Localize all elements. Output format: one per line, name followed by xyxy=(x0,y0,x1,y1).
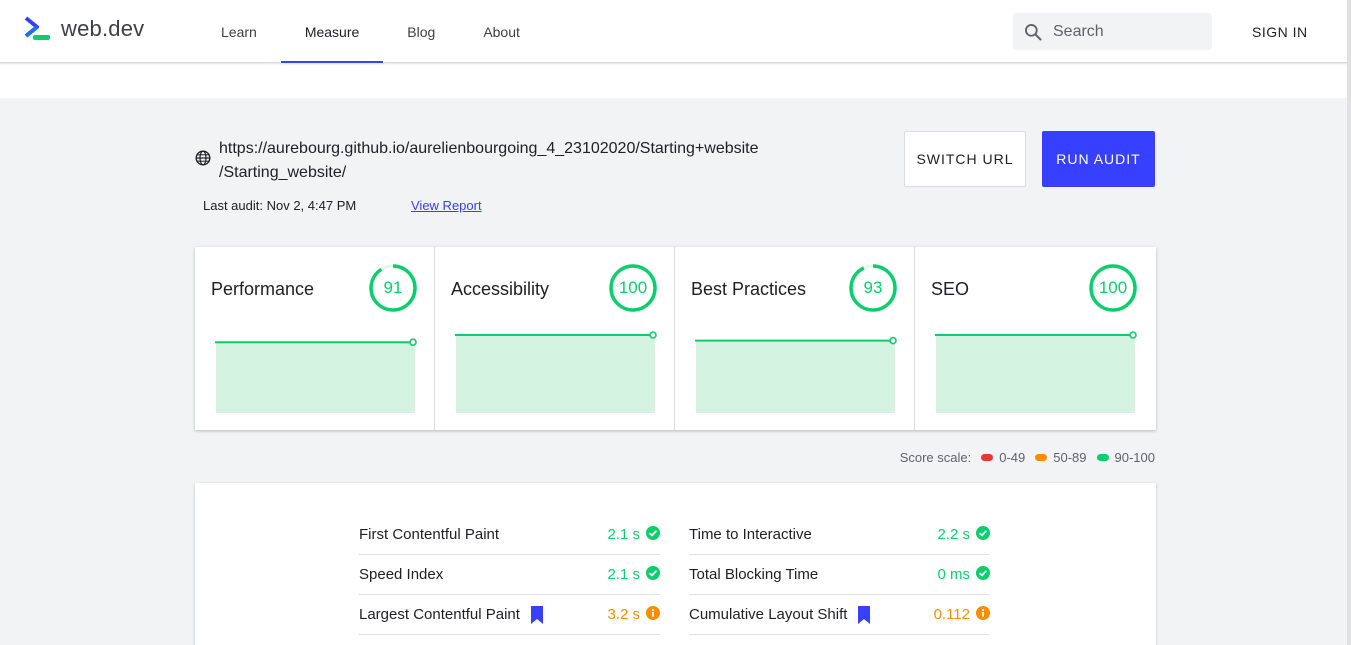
main-nav: Learn Measure Blog About xyxy=(197,0,544,63)
score-card-title: Best Practices xyxy=(691,279,807,299)
url-text: https://aurebourg.github.io/aurelienbour… xyxy=(219,137,799,185)
score-card-accessibility[interactable]: Accessibility 100 xyxy=(435,247,675,430)
metric-label: Cumulative Layout Shift xyxy=(689,606,848,623)
url-line-2: /Starting_website/ xyxy=(219,164,347,181)
trend-area xyxy=(216,342,415,413)
score-scale-label: Score scale: xyxy=(899,450,972,465)
globe-icon xyxy=(195,150,211,166)
metric-label: Total Blocking Time xyxy=(689,566,819,583)
metrics-panel: First Contentful Paint 2.1 s Time to Int… xyxy=(195,483,1156,645)
metric-row: Speed Index 2.1 s xyxy=(359,555,660,595)
nav-about[interactable]: About xyxy=(459,0,544,63)
webdev-logo-icon xyxy=(24,16,50,40)
sign-in-button[interactable]: SIGN IN xyxy=(1252,24,1308,40)
score-card-title: Accessibility xyxy=(451,279,550,299)
score-scale-legend: Score scale: 0-49 50-89 90-100 xyxy=(900,450,1155,465)
metric-label: Largest Contentful Paint xyxy=(359,606,520,623)
score-card-title: Performance xyxy=(211,279,315,299)
pass-check-icon xyxy=(976,525,990,544)
page-scrollbar[interactable] xyxy=(1347,0,1351,645)
header-spacer xyxy=(0,63,1351,98)
scale-range-average: 50-89 xyxy=(1053,450,1087,465)
pass-dot-icon xyxy=(1096,454,1109,461)
metric-row: Time to Interactive 2.2 s xyxy=(689,515,990,555)
score-trend-chart xyxy=(215,338,417,413)
average-dot-icon xyxy=(1035,454,1048,461)
pass-check-icon xyxy=(976,565,990,584)
check-circle-icon xyxy=(646,565,660,580)
score-card-seo[interactable]: SEO 100 xyxy=(915,247,1156,430)
score-value: 100 xyxy=(1098,278,1128,297)
search-icon xyxy=(1025,23,1042,40)
audited-url: https://aurebourg.github.io/aurelienbour… xyxy=(195,137,799,185)
metric-value: 3.2 s xyxy=(607,606,640,623)
metric-row: Largest Contentful Paint 3.2 s xyxy=(359,595,660,635)
score-value: 100 xyxy=(618,278,648,297)
nav-measure[interactable]: Measure xyxy=(280,0,384,63)
metric-row: Total Blocking Time 0 ms xyxy=(689,555,990,595)
trend-point xyxy=(889,336,897,345)
score-card-title: SEO xyxy=(931,279,970,299)
view-report-link[interactable]: View Report xyxy=(411,198,482,213)
score-cards: Performance 91 Accessibility 100 Best Pr… xyxy=(195,247,1156,430)
trend-point xyxy=(409,338,417,346)
metric-row: Cumulative Layout Shift 0.112 xyxy=(689,595,990,635)
scale-range-fail: 0-49 xyxy=(999,450,1026,465)
last-audit-time: Last audit: Nov 2, 4:47 PM xyxy=(203,198,357,213)
trend-point xyxy=(1129,331,1137,339)
score-trend-chart xyxy=(695,336,897,413)
top-bar: web.dev Learn Measure Blog About SIGN IN xyxy=(0,0,1351,63)
core-web-vital-bookmark-icon[interactable] xyxy=(530,605,544,624)
logo-text: web.dev xyxy=(61,16,145,41)
check-circle-icon xyxy=(646,525,660,540)
metric-value: 2.1 s xyxy=(607,526,640,543)
metric-label: Speed Index xyxy=(359,566,444,583)
nav-blog[interactable]: Blog xyxy=(383,0,459,63)
search-box[interactable] xyxy=(1013,13,1212,50)
score-trend-chart xyxy=(455,331,657,413)
url-line-1: https://aurebourg.github.io/aurelienbour… xyxy=(219,140,759,157)
nav-learn[interactable]: Learn xyxy=(197,0,281,63)
score-card-performance[interactable]: Performance 91 xyxy=(195,247,435,430)
metric-value: 2.1 s xyxy=(607,566,640,583)
metric-value: 0 ms xyxy=(937,566,970,583)
score-trend-chart xyxy=(935,331,1137,413)
switch-url-button[interactable]: SWITCH URL xyxy=(904,131,1026,187)
trend-area xyxy=(456,335,655,413)
score-card-best-practices[interactable]: Best Practices 93 xyxy=(675,247,915,430)
metric-label: Time to Interactive xyxy=(689,526,812,543)
trend-area xyxy=(936,335,1135,413)
pass-check-icon xyxy=(646,565,660,584)
trend-area xyxy=(696,340,895,413)
info-warning-icon xyxy=(646,605,660,624)
pass-check-icon xyxy=(646,525,660,544)
metric-label: First Contentful Paint xyxy=(359,526,500,543)
core-web-vital-bookmark-icon[interactable] xyxy=(857,605,871,624)
score-value: 93 xyxy=(863,278,883,297)
run-audit-button[interactable]: RUN AUDIT xyxy=(1042,131,1155,187)
metric-value: 0.112 xyxy=(933,606,970,623)
metric-row: First Contentful Paint 2.1 s xyxy=(359,515,660,555)
info-circle-icon xyxy=(646,605,660,620)
check-circle-icon xyxy=(976,525,990,540)
webdev-logo[interactable]: web.dev xyxy=(24,16,144,42)
info-circle-icon xyxy=(976,605,990,620)
search-input[interactable] xyxy=(1053,22,1203,41)
fail-dot-icon xyxy=(981,454,994,461)
scale-range-pass: 90-100 xyxy=(1114,450,1155,465)
trend-point xyxy=(649,331,657,339)
info-warning-icon xyxy=(976,605,990,624)
check-circle-icon xyxy=(976,565,990,580)
score-value: 91 xyxy=(383,278,403,297)
metric-value: 2.2 s xyxy=(937,526,970,543)
